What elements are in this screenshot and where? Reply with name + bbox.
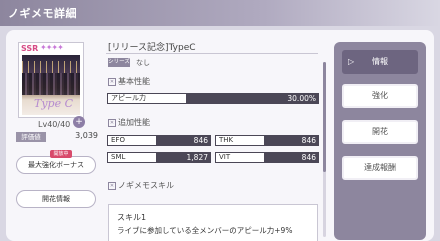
members-group (22, 73, 80, 95)
page-title: ノギメモ詳細 (8, 7, 77, 20)
rarity-label: SSR (21, 44, 39, 53)
card-level: Lv40/40 (38, 120, 71, 129)
open-badge: 開放中 (50, 150, 72, 158)
stat-value: 846 (301, 153, 316, 162)
skill-name: スキル1 (117, 213, 147, 222)
basic-performance-heading: ✕ 基本性能 (108, 76, 150, 87)
tab-info[interactable]: ▷ 情報 (342, 50, 418, 74)
extra-performance-label: 追加性能 (118, 118, 150, 127)
stat-label: SML (107, 152, 157, 163)
stat-label: THK (215, 135, 265, 146)
max-bonus-button[interactable]: 最大強化ボーナス (16, 156, 96, 174)
tab-enhance[interactable]: 強化 (342, 84, 418, 108)
close-icon: ✕ (108, 77, 116, 86)
stat-vit: VIT 846 (215, 152, 319, 163)
stat-sml: SML 1,827 (107, 152, 211, 163)
card-art-image: Type C (22, 55, 80, 115)
tab-bloom[interactable]: 開花 (342, 120, 418, 144)
skill-card: スキル1 ライブに参加している全メンバーのアピール力+9% (108, 204, 318, 241)
basic-performance-label: 基本性能 (118, 77, 150, 86)
level-plus-button[interactable]: + (73, 116, 85, 128)
header-bar: ノギメモ詳細 (0, 0, 440, 26)
stat-label: VIT (215, 152, 265, 163)
scrollbar-thumb[interactable] (323, 62, 326, 172)
evaluation-value: 3,039 (75, 131, 98, 140)
appeal-stat: アピール力 30.00% (107, 93, 319, 104)
bloom-info-button[interactable]: 開花情報 (16, 190, 96, 208)
evaluation-label: 評価値 (16, 132, 46, 142)
name-divider (106, 53, 318, 54)
card-art-logo: Type C (34, 97, 74, 110)
stat-thk: THK 846 (215, 135, 319, 146)
evaluation-row: 評価値 3,039 (16, 131, 98, 142)
card-thumbnail[interactable]: SSR ✦✦✦✦ Type C (18, 42, 84, 118)
stat-label: EFO (107, 135, 157, 146)
appeal-label: アピール力 (107, 93, 187, 104)
close-icon: ✕ (108, 118, 116, 127)
play-arrow-icon: ▷ (348, 57, 355, 66)
stage-lights (22, 61, 80, 73)
rarity-stars-icon: ✦✦✦✦ (40, 43, 64, 52)
stat-value: 846 (301, 136, 316, 145)
skill-heading: ✕ ノギメモスキル (108, 180, 174, 191)
series-value: なし (136, 59, 150, 67)
stat-efo: EFO 846 (107, 135, 211, 146)
card-name: [リリース記念]TypeC (108, 43, 196, 53)
series-label: シリーズ (108, 58, 130, 67)
stat-value: 1,827 (186, 153, 208, 162)
close-icon: ✕ (108, 181, 116, 190)
tab-rewards[interactable]: 達成報酬 (342, 156, 418, 180)
skill-heading-label: ノギメモスキル (118, 181, 174, 190)
extra-performance-heading: ✕ 追加性能 (108, 117, 150, 128)
stat-value: 846 (193, 136, 208, 145)
appeal-value: 30.00% (287, 94, 316, 103)
skill-description: ライブに参加している全メンバーのアピール力+9% (117, 226, 293, 235)
tab-info-label: 情報 (372, 57, 388, 66)
